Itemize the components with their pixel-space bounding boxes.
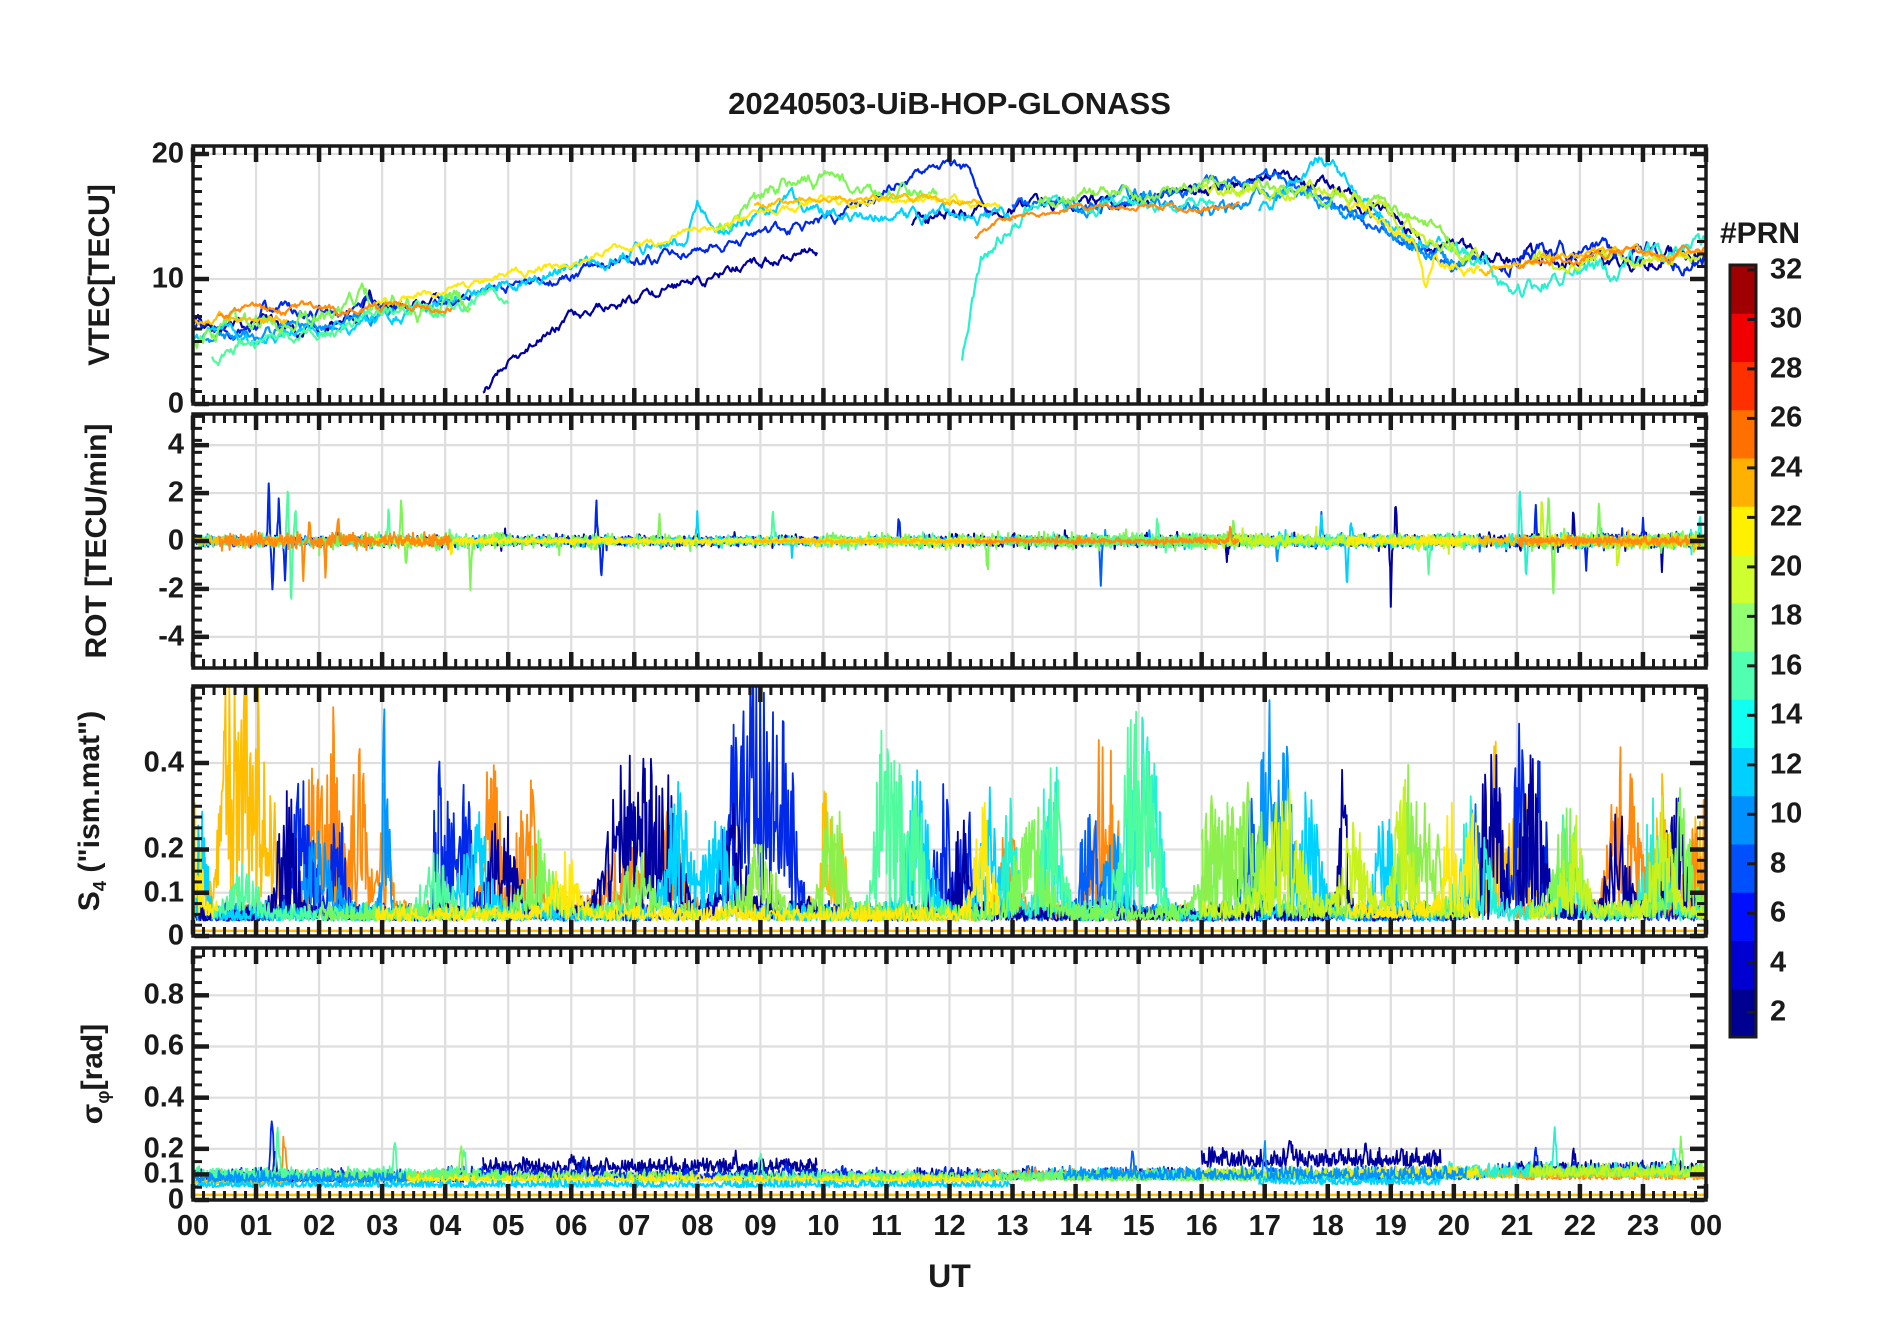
colorbar-tick-label: 18 (1770, 599, 1803, 632)
colorbar-segment (1730, 602, 1756, 652)
y-tick-label: 0.2 (143, 1132, 184, 1165)
colorbar-segment (1730, 844, 1756, 893)
colorbar-tick-label: 4 (1770, 946, 1787, 979)
x-tick-label: 11 (871, 1210, 902, 1242)
x-tick-label: 19 (1374, 1210, 1407, 1242)
figure: 20240503-UiB-HOP-GLONASS UT #PRN 0 10 20 VT… (0, 0, 1902, 1330)
y-axis-label: S4 ("ism.mat") (73, 710, 110, 912)
y-tick-label: 0.4 (143, 1081, 184, 1114)
x-tick-label: 04 (429, 1210, 462, 1242)
y-tick-label: 0.8 (143, 978, 184, 1011)
colorbar-tick-label: 30 (1770, 302, 1803, 335)
x-tick-label: 10 (807, 1210, 840, 1242)
colorbar-tick-label: 32 (1770, 253, 1803, 286)
colorbar-segment (1730, 458, 1756, 507)
colorbar-segment (1730, 506, 1756, 555)
y-axis-label: ROT [TECU/min] (80, 423, 113, 659)
y-axis-label: σφ[rad] (76, 1023, 113, 1125)
colorbar-tick-label: 16 (1770, 649, 1803, 682)
x-tick-label: 00 (1689, 1210, 1723, 1242)
x-tick-label: 02 (302, 1210, 336, 1242)
colorbar-segment (1730, 554, 1756, 604)
colorbar-tick-label: 26 (1770, 401, 1803, 434)
x-tick-label: 18 (1311, 1210, 1344, 1242)
y-tick-label: 10 (151, 262, 184, 295)
x-tick-label: 22 (1563, 1210, 1597, 1242)
x-tick-label: 14 (1059, 1210, 1092, 1242)
colorbar-segment (1730, 940, 1756, 990)
x-tick-label: 09 (744, 1210, 777, 1242)
plot-area (190, 144, 1758, 1203)
y-tick-label: 0.6 (143, 1029, 184, 1062)
x-tick-label: 08 (681, 1210, 714, 1242)
colorbar-segment (1730, 747, 1756, 797)
colorbar-tick-label: 24 (1770, 451, 1803, 484)
x-tick-label: 21 (1500, 1210, 1534, 1242)
y-tick-label: 0.1 (143, 876, 184, 909)
x-tick-label: 17 (1248, 1210, 1281, 1242)
colorbar-tick-label: 20 (1770, 550, 1803, 583)
colorbar-segment (1730, 892, 1756, 941)
x-tick-label: 01 (239, 1210, 273, 1242)
y-tick-label: 20 (151, 137, 184, 170)
colorbar-tick-label: 12 (1770, 748, 1803, 781)
y-tick-label: 0 (167, 387, 184, 420)
y-tick-label: 0 (167, 919, 184, 952)
x-tick-label: 07 (618, 1210, 651, 1242)
x-axis-label: UT (928, 1258, 971, 1294)
colorbar-segment (1730, 651, 1756, 700)
chart-title: 20240503-UiB-HOP-GLONASS (728, 86, 1171, 121)
y-tick-label: 4 (167, 428, 184, 461)
colorbar-segment (1730, 699, 1756, 748)
y-axis-label: VTEC[TECU] (83, 184, 116, 366)
y-tick-label: -2 (158, 572, 184, 605)
colorbar-segment (1730, 265, 1756, 314)
colorbar-tick-label: 2 (1770, 995, 1787, 1028)
x-tick-label: 00 (176, 1210, 210, 1242)
y-tick-label: 0 (167, 524, 184, 557)
colorbar-tick-label: 14 (1770, 698, 1803, 731)
x-tick-label: 06 (555, 1210, 588, 1242)
colorbar-tick-label: 6 (1770, 896, 1787, 929)
x-tick-label: 20 (1437, 1210, 1470, 1242)
x-tick-label: 23 (1626, 1210, 1660, 1242)
colorbar-tick-label: 28 (1770, 352, 1803, 385)
x-tick-label: 03 (365, 1210, 399, 1242)
x-tick-label: 15 (1122, 1210, 1155, 1242)
colorbar-tick-label: 22 (1770, 500, 1803, 533)
colorbar-tick-label: 8 (1770, 847, 1787, 880)
colorbar-tick-label: 10 (1770, 797, 1803, 830)
colorbar-segment (1730, 795, 1756, 845)
x-tick-label: 05 (492, 1210, 525, 1242)
y-tick-label: 0.4 (143, 746, 184, 779)
colorbar-title: #PRN (1720, 217, 1801, 250)
y-tick-label: -4 (158, 620, 184, 653)
x-tick-label: 16 (1185, 1210, 1218, 1242)
x-tick-label: 12 (933, 1210, 966, 1242)
y-tick-label: 0.2 (143, 832, 184, 865)
y-tick-label: 2 (167, 476, 184, 509)
x-tick-label: 13 (996, 1210, 1029, 1242)
